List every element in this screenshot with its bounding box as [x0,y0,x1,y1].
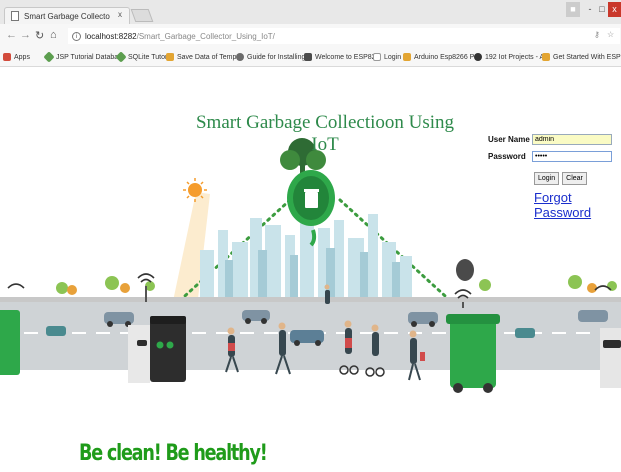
password-label: Password [488,152,526,161]
smart-city-illustration [0,138,621,410]
username-label: User Name [488,135,530,144]
url-host: localhost:8282 [85,31,137,41]
apps-grid-icon [3,53,11,61]
login-button[interactable]: Login [534,172,560,185]
bookmark-apps[interactable]: Apps [3,53,30,61]
tab-title: Smart Garbage Collecto [24,11,110,21]
person-icon [542,53,550,61]
bookmark-esp8266[interactable]: Welcome to ESP826 [304,53,379,61]
minimize-button[interactable]: - [584,2,596,17]
page-title: Smart Garbage Collectioon Using IoT [195,112,455,155]
page-icon [11,11,19,21]
tab-strip: Smart Garbage Collecto x ■ - □ x [0,0,621,24]
tab-close-icon[interactable]: x [118,10,122,19]
diamond-icon [115,51,127,63]
forgot-password-link[interactable]: Forgot Password [534,190,621,220]
page-icon [373,53,381,61]
reload-icon[interactable]: ↻ [35,29,44,42]
person-icon [166,53,174,61]
profile-icon[interactable]: ■ [566,2,580,17]
clear-button[interactable]: Clear [562,172,587,185]
new-tab-button[interactable] [130,9,154,22]
bookmark-arduino[interactable]: Arduino Esp8266 Po [403,53,478,61]
login-buttons: Login Clear [534,172,587,185]
slogan: Be clean! Be healthy! [79,441,268,466]
bookmarks-bar: Apps JSP Tutorial Databas SQLite Tutoria… [0,48,621,67]
address-bar[interactable]: i localhost:8282/Smart_Garbage_Collector… [68,28,620,44]
page-icon [304,53,312,61]
gear-icon [236,53,244,61]
password-row: Password [488,151,612,162]
home-icon[interactable]: ⌂ [50,29,57,41]
bookmark-jsp[interactable]: JSP Tutorial Databas [43,51,122,63]
bookmark-save-data[interactable]: Save Data of Tempe [166,53,240,61]
password-input[interactable] [532,151,612,162]
forward-icon[interactable]: → [20,29,31,41]
key-icon[interactable]: ⚷ [594,30,600,39]
globe-icon [474,53,482,61]
url-path: /Smart_Garbage_Collector_Using_IoT/ [136,31,275,41]
maximize-button[interactable]: □ [597,2,607,17]
info-icon[interactable]: i [72,31,81,41]
window-close-button[interactable]: x [608,2,621,17]
username-row: User Name [488,134,612,145]
diamond-icon [43,51,55,63]
username-input[interactable] [532,134,612,145]
bookmark-iot-projects[interactable]: 192 Iot Projects - Ar [474,53,546,61]
bookmark-guide[interactable]: Guide for Installing [236,53,305,61]
browser-tab[interactable]: Smart Garbage Collecto x [4,7,130,24]
bookmark-login[interactable]: Login [373,53,401,61]
star-icon[interactable]: ☆ [607,30,614,39]
back-icon[interactable]: ← [6,29,17,41]
browser-toolbar: ← → ↻ ⌂ i localhost:8282/Smart_Garbage_C… [0,24,621,48]
bookmark-get-started[interactable]: Get Started With ESP [542,53,621,61]
person-icon [403,53,411,61]
